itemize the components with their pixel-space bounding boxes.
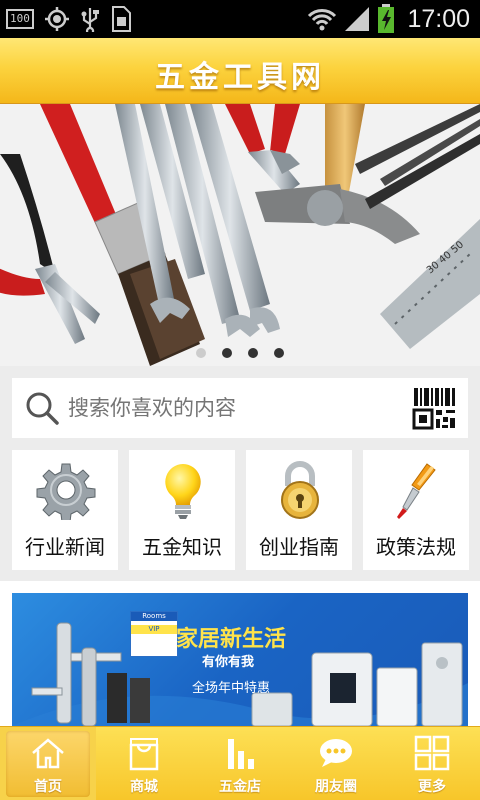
signal-icon (345, 7, 370, 31)
bar-chart-icon (228, 739, 254, 769)
category-label: 五金知识 (142, 535, 222, 559)
promo-title: 家居新生活 (176, 627, 287, 652)
status-bar: 100 17:00 (0, 0, 480, 38)
nav-home[interactable]: 首页 (0, 727, 96, 800)
gps-icon (44, 7, 69, 31)
category-hardware-knowledge[interactable]: 五金知识 (129, 450, 235, 570)
qr-scan-icon[interactable] (412, 386, 458, 432)
promo-subtitle: 有你有我 (202, 655, 255, 670)
category-label: 行业新闻 (25, 535, 105, 559)
screwdriver-icon (397, 463, 436, 519)
wifi-icon (308, 9, 337, 31)
battery-charging-icon (378, 4, 395, 33)
search-bar[interactable] (12, 378, 468, 438)
carousel-dot[interactable] (248, 348, 258, 358)
search-input[interactable] (68, 391, 398, 425)
category-startup-guide[interactable]: 创业指南 (246, 450, 352, 570)
padlock-icon (281, 461, 319, 519)
nav-label: 朋友圈 (315, 779, 357, 795)
battery-100-indicator-icon: 100 (6, 9, 34, 29)
page-title: 五金工具网 (155, 60, 325, 95)
chat-bubble-icon (320, 739, 352, 767)
clock: 17:00 (407, 4, 470, 33)
category-grid: 行业新闻 五金知识 创业指南 政策法规 (12, 450, 469, 570)
category-policy-regulations[interactable]: 政策法规 (363, 450, 469, 570)
usb-icon (81, 8, 99, 32)
category-label: 创业指南 (259, 535, 339, 559)
promo-sale-text: 全场年中特惠 (192, 681, 271, 696)
carousel-dot[interactable] (274, 348, 284, 358)
category-industry-news[interactable]: 行业新闻 (12, 450, 118, 570)
nav-label: 首页 (34, 779, 62, 795)
bottom-nav: 首页 商城 五金店 朋友圈 更多 (0, 726, 480, 800)
app-header: 五金工具网 (0, 38, 480, 104)
nav-label: 五金店 (219, 779, 261, 795)
shopping-bag-icon (129, 738, 159, 771)
nav-hardware-store[interactable]: 五金店 (192, 727, 288, 800)
promo-banner[interactable]: Rooms VIP 家居新生活 有你有我 全场年中特惠 (12, 593, 468, 726)
status-left-icons: 100 (6, 6, 132, 32)
carousel-dot[interactable] (222, 348, 232, 358)
hardware-tools-photo: 30 40 50 (0, 104, 480, 366)
nav-moments[interactable]: 朋友圈 (288, 727, 384, 800)
lightbulb-icon (165, 464, 201, 519)
category-label: 政策法规 (376, 535, 456, 559)
carousel-dot[interactable] (196, 348, 206, 358)
sim-card-icon (111, 6, 131, 32)
promo-section: Rooms VIP 家居新生活 有你有我 全场年中特惠 (0, 581, 480, 726)
status-right-icons: 17:00 (307, 4, 470, 34)
grid-more-icon (414, 735, 450, 771)
banner-carousel[interactable]: 30 40 50 (0, 104, 480, 366)
nav-label: 商城 (130, 779, 158, 795)
carousel-indicators (0, 348, 480, 358)
nav-more[interactable]: 更多 (384, 727, 480, 800)
nav-mall[interactable]: 商城 (96, 727, 192, 800)
nav-label: 更多 (418, 779, 446, 795)
home-icon (32, 738, 64, 769)
promo-badge: Rooms VIP (130, 611, 178, 657)
gear-icon (36, 463, 96, 520)
search-icon[interactable] (24, 390, 60, 426)
